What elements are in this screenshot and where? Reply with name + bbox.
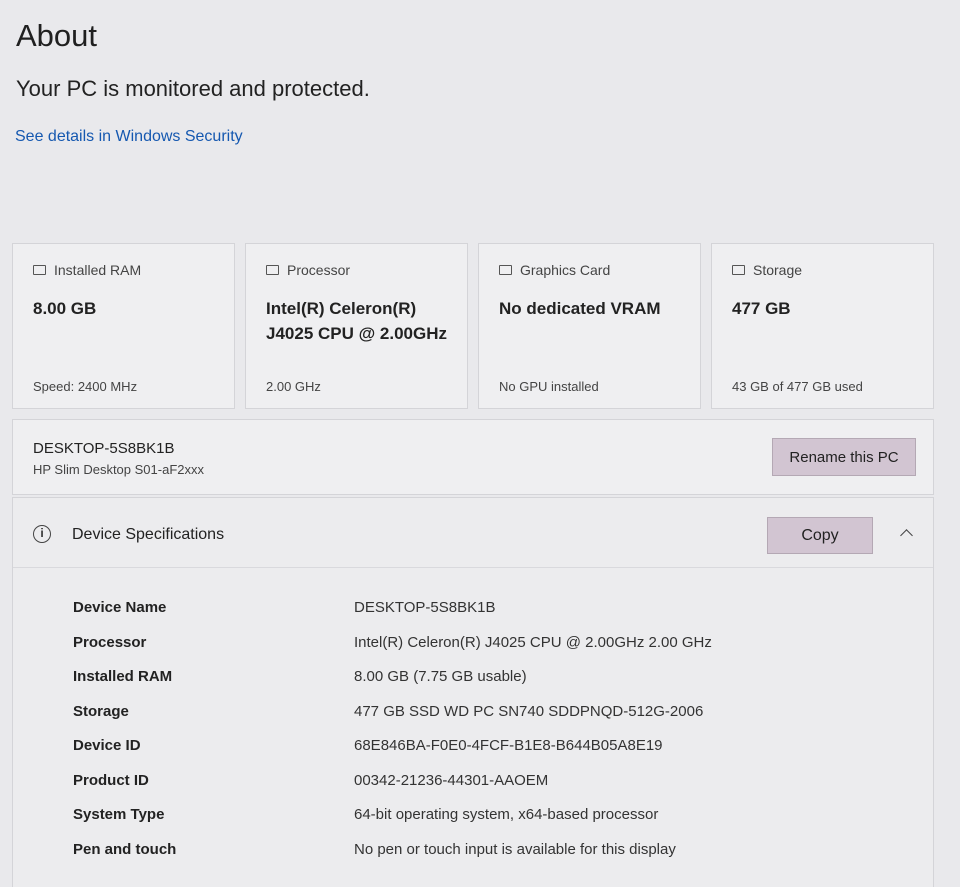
card-value: No dedicated VRAM (499, 299, 661, 318)
spec-value: 00342-21236-44301-AAOEM (354, 771, 549, 789)
spec-row: System Type 64-bit operating system, x64-… (73, 806, 712, 841)
spec-row: Device Name DESKTOP-5S8BK1B (73, 599, 712, 634)
spec-label: Processor (73, 633, 147, 651)
summary-cards: Installed RAM 8.00 GB Speed: 2400 MHz Pr… (12, 243, 934, 409)
card-label: Installed RAM (54, 262, 142, 278)
about-page: About Your PC is monitored and protected… (0, 0, 960, 887)
card-value: 8.00 GB (33, 299, 97, 318)
spec-value: 68E846BA-F0E0-4FCF-B1E8-B644B05A8E19 (354, 737, 663, 754)
protection-status: Your PC is monitored and protected. (16, 76, 370, 101)
spec-label: System Type (73, 806, 165, 823)
storage-icon (732, 265, 745, 275)
card-installed-ram: Installed RAM 8.00 GB Speed: 2400 MHz (12, 243, 235, 409)
ram-icon (33, 265, 46, 275)
card-foot: 2.00 GHz (266, 379, 321, 394)
spec-value: No pen or touch input is available for t… (354, 840, 676, 858)
spec-value: DESKTOP-5S8BK1B (354, 599, 496, 616)
spec-row: Installed RAM 8.00 GB (7.75 GB usable) (73, 668, 712, 703)
card-label: Storage (753, 262, 803, 278)
pc-name-row: DESKTOP-5S8BK1B HP Slim Desktop S01-aF2x… (12, 419, 934, 495)
spec-row: Pen and touch No pen or touch input is av… (73, 841, 712, 876)
card-graphics-card: Graphics Card No dedicated VRAM No GPU i… (478, 243, 701, 409)
card-value: Intel(R) Celeron(R) J4025 CPU @ 2.00GHz (266, 299, 447, 343)
graphics-card-icon (499, 265, 512, 275)
chevron-up-icon[interactable] (899, 525, 915, 541)
rename-pc-button[interactable]: Rename this PC (772, 438, 916, 476)
device-specifications-title: Device Specifications (72, 526, 225, 543)
pc-model: HP Slim Desktop S01-aF2xxx (33, 462, 204, 477)
spec-row: Product ID 00342-21236-44301-AAOEM (73, 772, 712, 807)
card-value: 477 GB (732, 299, 791, 318)
spec-table: Device Name DESKTOP-5S8BK1B Processor Inte… (73, 599, 712, 875)
spec-label: Device ID (73, 737, 141, 754)
spec-value: Intel(R) Celeron(R) J4025 CPU @ 2.00GHz … (354, 633, 712, 651)
page-title: About (16, 18, 98, 53)
copy-button[interactable]: Copy (767, 517, 873, 554)
processor-icon (266, 265, 279, 275)
device-specifications-panel: i Device Specifications Copy Device Name… (12, 497, 934, 887)
spec-row: Device ID 68E846BA-F0E0-4FCF-B1E8-B644B05… (73, 737, 712, 772)
info-icon: i (33, 525, 51, 543)
spec-label: Product ID (73, 771, 149, 789)
spec-row: Processor Intel(R) Celeron(R) J4025 CPU @… (73, 634, 712, 669)
spec-label: Storage (73, 702, 129, 720)
spec-label: Pen and touch (73, 840, 177, 858)
card-foot: 43 GB of 477 GB used (732, 379, 863, 394)
spec-value: 8.00 GB (7.75 GB usable) (354, 668, 527, 685)
device-specifications-header[interactable]: i Device Specifications Copy (13, 498, 933, 568)
spec-label: Installed RAM (73, 668, 173, 685)
spec-row: Storage 477 GB SSD WD PC SN740 SDDPNQD-51… (73, 703, 712, 738)
card-processor: Processor Intel(R) Celeron(R) J4025 CPU … (245, 243, 468, 409)
pc-name: DESKTOP-5S8BK1B (33, 440, 175, 457)
spec-label: Device Name (73, 599, 167, 616)
spec-value: 64-bit operating system, x64-based proce… (354, 806, 659, 823)
card-storage: Storage 477 GB 43 GB of 477 GB used (711, 243, 934, 409)
windows-security-link[interactable]: See details in Windows Security (15, 128, 243, 146)
card-foot: No GPU installed (499, 379, 599, 394)
card-label: Processor (287, 262, 351, 278)
card-foot: Speed: 2400 MHz (33, 379, 138, 394)
spec-value: 477 GB SSD WD PC SN740 SDDPNQD-512G-2006 (354, 702, 704, 720)
card-label: Graphics Card (520, 262, 611, 278)
